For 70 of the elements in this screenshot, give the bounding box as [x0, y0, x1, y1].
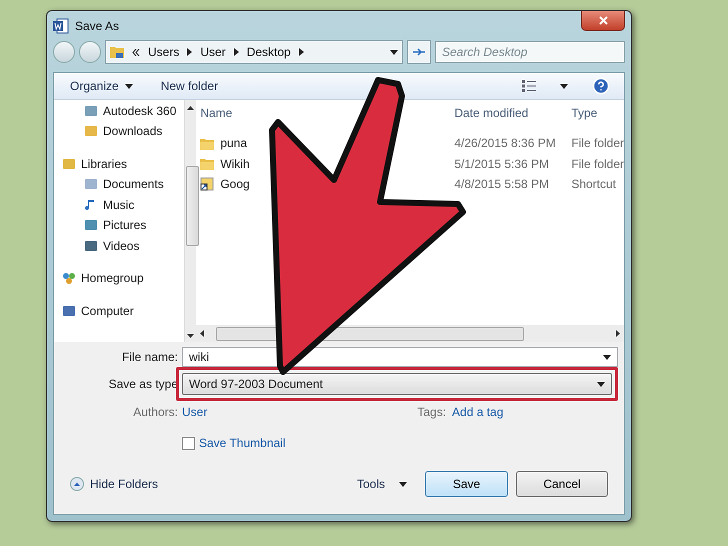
sidebar-item[interactable]: Downloads [58, 122, 184, 140]
sidebar-item[interactable]: Libraries [58, 155, 184, 172]
help-icon[interactable] [592, 77, 610, 95]
column-header[interactable]: Date modified [454, 106, 572, 120]
save-as-type-dropdown[interactable]: Word 97-2003 Document [182, 373, 612, 395]
double-chevron-icon [132, 48, 140, 56]
date-modified: 4/8/2015 5:58 PM [454, 177, 550, 192]
authors-label: Authors: [132, 405, 179, 419]
breadcrumb[interactable]: Users [148, 45, 180, 59]
sidebar-item[interactable]: Videos [58, 237, 184, 254]
save-thumbnail-label[interactable]: Save Thumbnail [199, 436, 286, 450]
column-header[interactable]: Name [200, 106, 454, 120]
chevron-up-icon [70, 477, 84, 491]
address-bar[interactable]: Users User Desktop [105, 40, 403, 64]
shortcut-icon [200, 177, 214, 192]
chevron-icon [298, 48, 304, 56]
file-name[interactable]: Goog [200, 177, 250, 192]
vertical-scrollbar[interactable] [184, 100, 196, 342]
breadcrumb[interactable]: User [200, 45, 226, 59]
tags-link[interactable]: Add a tag [452, 405, 504, 419]
column-header[interactable]: Type [571, 106, 624, 120]
document-app-icon [53, 18, 69, 34]
tags-label: Tags: [417, 405, 446, 419]
chevron-icon [234, 48, 239, 56]
breadcrumb[interactable]: Desktop [246, 45, 291, 59]
caret-icon [124, 84, 133, 88]
file-type: File folder [571, 156, 624, 171]
thumbnail-checkbox[interactable] [182, 436, 195, 450]
folder-icon [200, 136, 214, 150]
folder-icon [110, 45, 124, 59]
save-button[interactable]: Save [425, 471, 508, 497]
refresh-icon [412, 46, 426, 58]
file-type: Shortcut [571, 177, 616, 192]
close-button[interactable] [581, 11, 625, 31]
new-folder-button[interactable]: New folder [158, 77, 220, 95]
file-name[interactable]: puna [200, 136, 248, 150]
file-name-field[interactable]: wiki [182, 347, 618, 367]
up-arrow-icon [187, 106, 194, 110]
sidebar-item[interactable]: Music [58, 196, 184, 214]
sidebar-item[interactable]: Pictures [58, 216, 184, 234]
left-arrow-icon [200, 330, 204, 337]
folder-icon [200, 157, 214, 170]
authors-link[interactable]: User [182, 405, 208, 419]
homegroup-icon [62, 271, 76, 286]
file-type: File folder [571, 136, 624, 150]
chevron-icon [187, 48, 192, 56]
date-modified: 5/1/2015 5:36 PM [454, 156, 550, 171]
caret-icon [597, 382, 605, 386]
caret-icon [399, 482, 407, 486]
cancel-button[interactable]: Cancel [516, 471, 608, 497]
caret-icon [603, 354, 611, 360]
file-name[interactable]: Wikih [200, 156, 250, 171]
tools-button[interactable]: Tools [354, 475, 409, 493]
refresh-button[interactable] [407, 40, 431, 64]
organize-button[interactable]: Organize [68, 77, 135, 95]
date-modified: 4/26/2015 8:36 PM [454, 136, 556, 150]
view-options-icon[interactable] [522, 80, 536, 92]
file-name-label: File name: [120, 350, 179, 364]
sidebar-item[interactable]: Homegroup [58, 270, 184, 287]
sidebar-item[interactable]: Computer [58, 302, 184, 320]
caret-icon [560, 84, 568, 88]
hide-folders-button[interactable]: Hide Folders [68, 475, 160, 493]
down-arrow-icon [187, 334, 194, 338]
caret-icon [390, 50, 398, 54]
close-icon [598, 16, 608, 25]
right-arrow-icon [616, 330, 620, 337]
sidebar-item[interactable]: Autodesk 360 [58, 102, 184, 120]
sidebar-item[interactable]: Documents [58, 176, 184, 193]
window-title: Save As [75, 18, 120, 32]
search-field[interactable]: Search Desktop [435, 41, 625, 63]
